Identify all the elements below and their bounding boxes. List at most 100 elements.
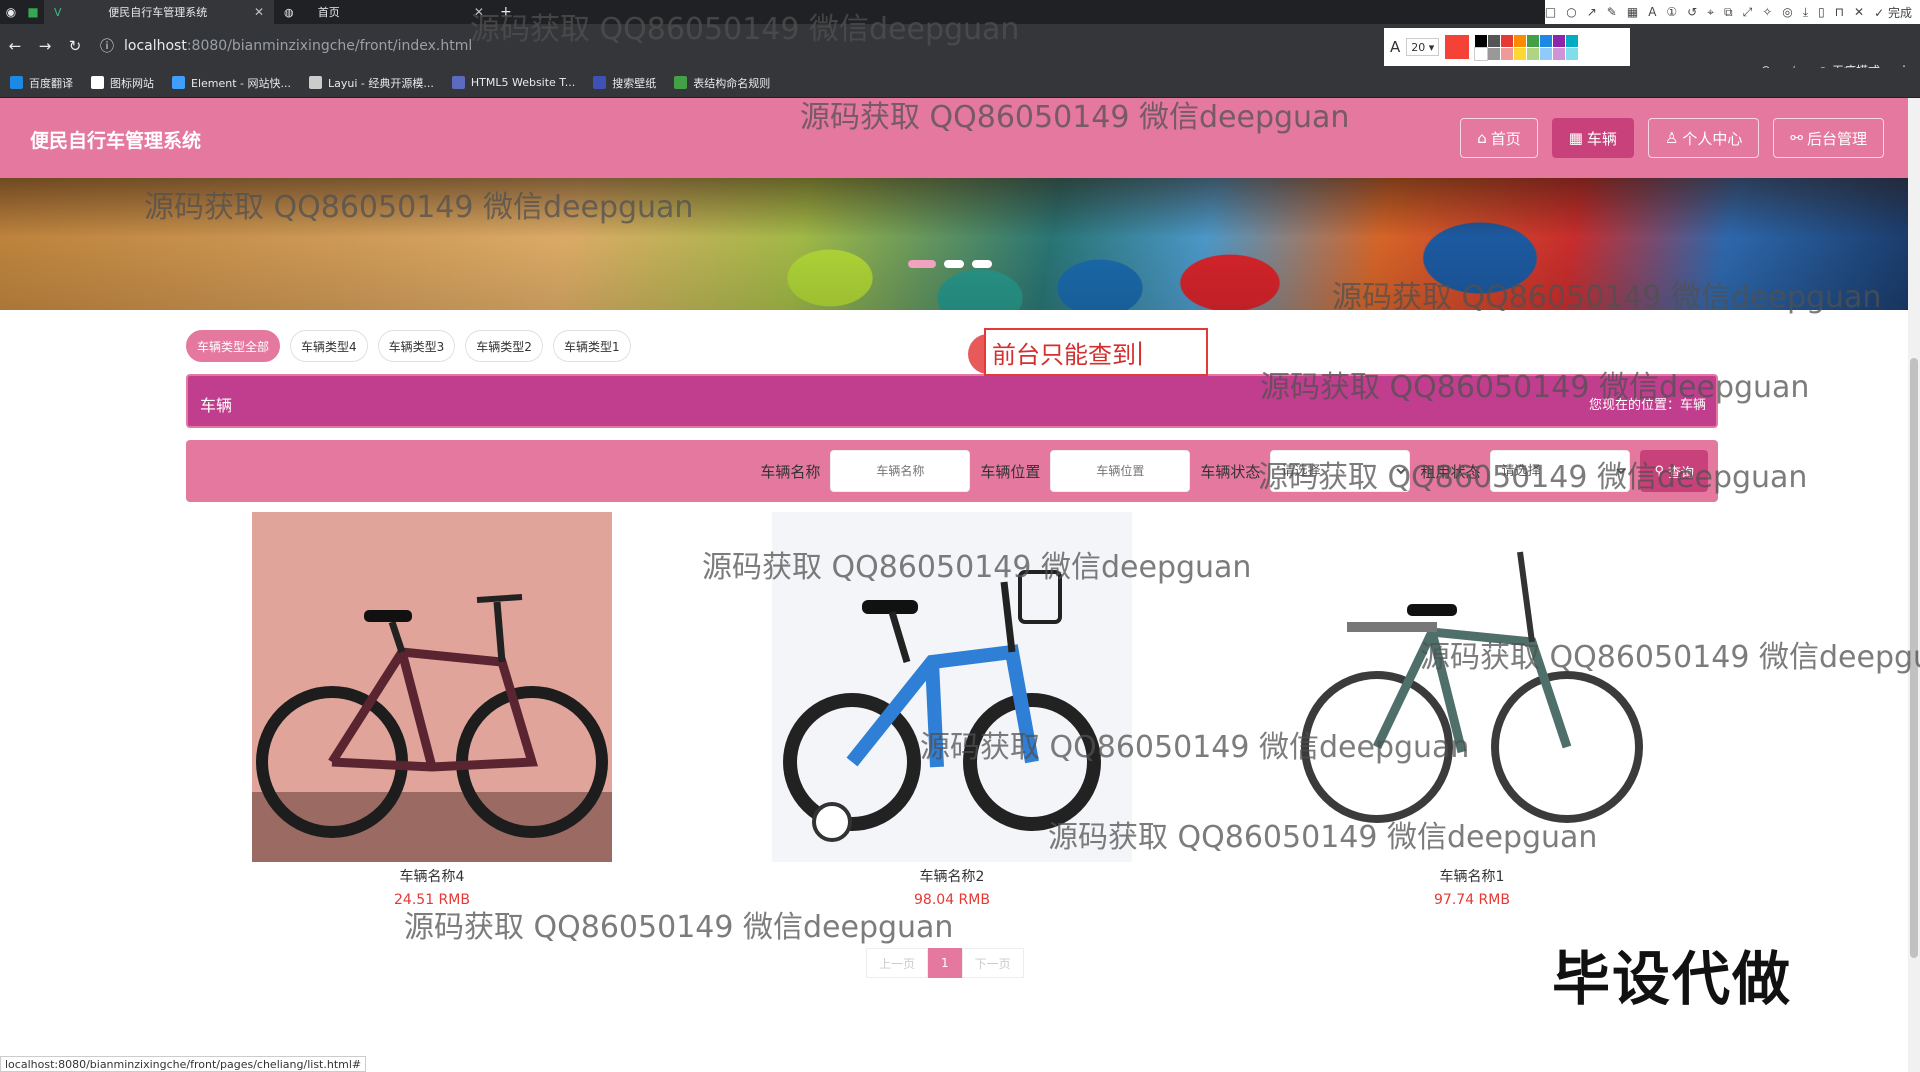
- mosaic-icon[interactable]: ▦: [1627, 5, 1638, 19]
- product-name: 车辆名称1: [1439, 869, 1505, 885]
- page-content: 便民自行车管理系统 ⌂ 首页 ▦ 车辆 ♙ 个人中心 ⚯ 后台管理 车辆类型全部 车辆类…: [0, 98, 1908, 1072]
- nav-admin[interactable]: ⚯ 后台管理: [1773, 118, 1884, 158]
- color-palette[interactable]: [1474, 34, 1579, 61]
- download-icon[interactable]: ⤓: [1803, 5, 1808, 20]
- bookmark-item[interactable]: 图标网站: [91, 75, 154, 91]
- rectangle-icon[interactable]: □: [1545, 5, 1556, 19]
- grid-icon: ▦: [1568, 129, 1583, 147]
- next-page-button[interactable]: 下一页: [961, 948, 1024, 978]
- category-item[interactable]: 车辆类型3: [377, 330, 456, 362]
- annotation-style-bar: A 20 ▾: [1384, 28, 1630, 66]
- product-card[interactable]: 车辆名称2 98.04 RMB: [772, 512, 1132, 908]
- carousel-dot[interactable]: [908, 260, 936, 268]
- info-icon[interactable]: ⓘ: [100, 36, 114, 56]
- text-tool-icon[interactable]: A: [1648, 5, 1656, 19]
- bookmark-item[interactable]: Element - 网站快...: [172, 75, 291, 91]
- bicycle-illustration: [1292, 512, 1652, 862]
- bookmark-item[interactable]: Layui - 经典开源模...: [309, 75, 434, 91]
- product-image[interactable]: [1292, 512, 1652, 862]
- new-tab-icon[interactable]: +: [500, 4, 512, 20]
- nav-label: 个人中心: [1682, 129, 1743, 148]
- carousel-indicators: [908, 260, 992, 268]
- scrollbar-thumb[interactable]: [1910, 358, 1918, 958]
- product-card[interactable]: 车辆名称4 24.51 RMB: [252, 512, 612, 908]
- bookmark-item[interactable]: 搜索壁纸: [593, 75, 656, 91]
- arrow-icon[interactable]: ↗: [1587, 5, 1597, 19]
- page-scrollbar[interactable]: [1908, 98, 1920, 1072]
- product-image[interactable]: [772, 512, 1132, 862]
- pagination: 上一页 1 下一页: [866, 948, 1024, 978]
- rent-status-select[interactable]: 请选择: [1490, 450, 1631, 492]
- bookmark-label: 搜索壁纸: [612, 76, 657, 90]
- bookmark-label: 表结构命名规则: [693, 76, 771, 90]
- nav-home[interactable]: ⌂ 首页: [1460, 118, 1538, 158]
- browser-menu-icon[interactable]: ◉: [0, 1, 22, 23]
- name-label: 车辆名称: [760, 462, 821, 481]
- browser-tab-strip: ◉ ■ V 便民自行车管理系统 ✕ ◍ 首页 ✕ + □ ○ ↗ ✎ ▦ A ①…: [0, 0, 1920, 24]
- current-color-swatch[interactable]: [1445, 35, 1470, 59]
- confirm-label: 完成: [1887, 5, 1912, 20]
- bicycle-illustration: [252, 512, 612, 862]
- undo-icon[interactable]: ↺: [1687, 5, 1697, 19]
- category-all[interactable]: 车辆类型全部: [186, 330, 281, 362]
- cancel-icon[interactable]: ✕: [1854, 5, 1864, 19]
- circle-icon[interactable]: ○: [1566, 5, 1576, 19]
- banner-carousel[interactable]: [0, 178, 1908, 310]
- product-image[interactable]: [252, 512, 612, 862]
- bicycle-illustration: [772, 512, 1132, 862]
- location-label: 车辆位置: [980, 462, 1041, 481]
- scroll-icon[interactable]: ⤢: [1743, 5, 1753, 20]
- number-icon[interactable]: ①: [1666, 5, 1677, 19]
- bookmark-item[interactable]: 表结构命名规则: [674, 75, 770, 91]
- forward-icon[interactable]: →: [30, 37, 60, 55]
- product-price: 97.74 RMB: [1434, 892, 1510, 908]
- home-icon: ⌂: [1477, 129, 1487, 147]
- phone-icon[interactable]: ▯: [1818, 5, 1825, 19]
- vehicle-name-input[interactable]: [830, 450, 971, 492]
- page-number[interactable]: 1: [928, 948, 962, 978]
- current-location: 您现在的位置：车辆: [1588, 398, 1706, 413]
- pin-icon[interactable]: ⌖: [1707, 5, 1714, 20]
- font-size-icon: A: [1390, 38, 1401, 56]
- pin-screen-icon[interactable]: ✧: [1762, 5, 1772, 19]
- nav-label: 车辆: [1586, 129, 1617, 148]
- back-icon[interactable]: ←: [0, 37, 30, 55]
- pen-icon[interactable]: ✎: [1607, 5, 1617, 19]
- tab-label: 便民自行车管理系统: [108, 6, 208, 19]
- url-field[interactable]: ⓘ localhost:8080/bianminzixingche/front/…: [100, 36, 472, 56]
- reload-icon[interactable]: ↻: [60, 37, 90, 55]
- annotation-textbox[interactable]: 前台只能查到 |: [984, 328, 1208, 376]
- category-item[interactable]: 车辆类型2: [465, 330, 543, 362]
- vehicle-location-input[interactable]: [1050, 450, 1191, 492]
- main-nav: ⌂ 首页 ▦ 车辆 ♙ 个人中心 ⚯ 后台管理: [1460, 118, 1884, 158]
- close-icon[interactable]: ✕: [254, 5, 264, 19]
- screenshot-toolbar: □ ○ ↗ ✎ ▦ A ① ↺ ⌖ ⧉ ⤢ ✧ ◎ ⤓ ▯ ⊓ ✕ ✓ 完成: [1544, 0, 1920, 24]
- prev-page-button[interactable]: 上一页: [866, 948, 929, 978]
- ocr-icon[interactable]: ⧉: [1724, 5, 1733, 20]
- bookmark-icon[interactable]: ⊓: [1835, 5, 1844, 19]
- close-icon[interactable]: ✕: [474, 5, 484, 19]
- tab-group-icon[interactable]: ■: [22, 1, 44, 23]
- category-filter: 车辆类型全部 车辆类型4 车辆类型3 车辆类型2 车辆类型1: [186, 330, 631, 362]
- vehicle-status-select[interactable]: 请选择: [1270, 450, 1411, 492]
- url-path: :8080/bianminzixingche/front/index.html: [186, 38, 473, 54]
- tab-admin-system[interactable]: V 便民自行车管理系统 ✕: [44, 0, 274, 24]
- bookmark-item[interactable]: HTML5 Website T...: [451, 76, 575, 89]
- confirm-button[interactable]: ✓ 完成: [1874, 4, 1912, 21]
- product-list: 车辆名称4 24.51 RMB 车辆名称2 98.04 RMB 车辆名称1 97…: [186, 512, 1718, 908]
- nav-profile[interactable]: ♙ 个人中心: [1647, 118, 1760, 158]
- nav-vehicles[interactable]: ▦ 车辆: [1551, 118, 1634, 158]
- search-button[interactable]: ⚲ 查询: [1640, 450, 1708, 492]
- carousel-dot[interactable]: [972, 260, 992, 268]
- bookmark-label: 图标网站: [110, 76, 154, 90]
- font-size-select[interactable]: 20 ▾: [1406, 38, 1440, 56]
- tab-home[interactable]: ◍ 首页 ✕: [274, 0, 494, 24]
- bookmark-label: 百度翻译: [29, 76, 73, 90]
- category-item[interactable]: 车辆类型1: [552, 330, 631, 362]
- record-icon[interactable]: ◎: [1782, 5, 1792, 19]
- nav-label: 后台管理: [1806, 129, 1867, 148]
- product-card[interactable]: 车辆名称1 97.74 RMB: [1292, 512, 1652, 908]
- category-item[interactable]: 车辆类型4: [290, 330, 368, 362]
- bookmark-item[interactable]: 百度翻译: [10, 75, 73, 91]
- carousel-dot[interactable]: [944, 260, 964, 268]
